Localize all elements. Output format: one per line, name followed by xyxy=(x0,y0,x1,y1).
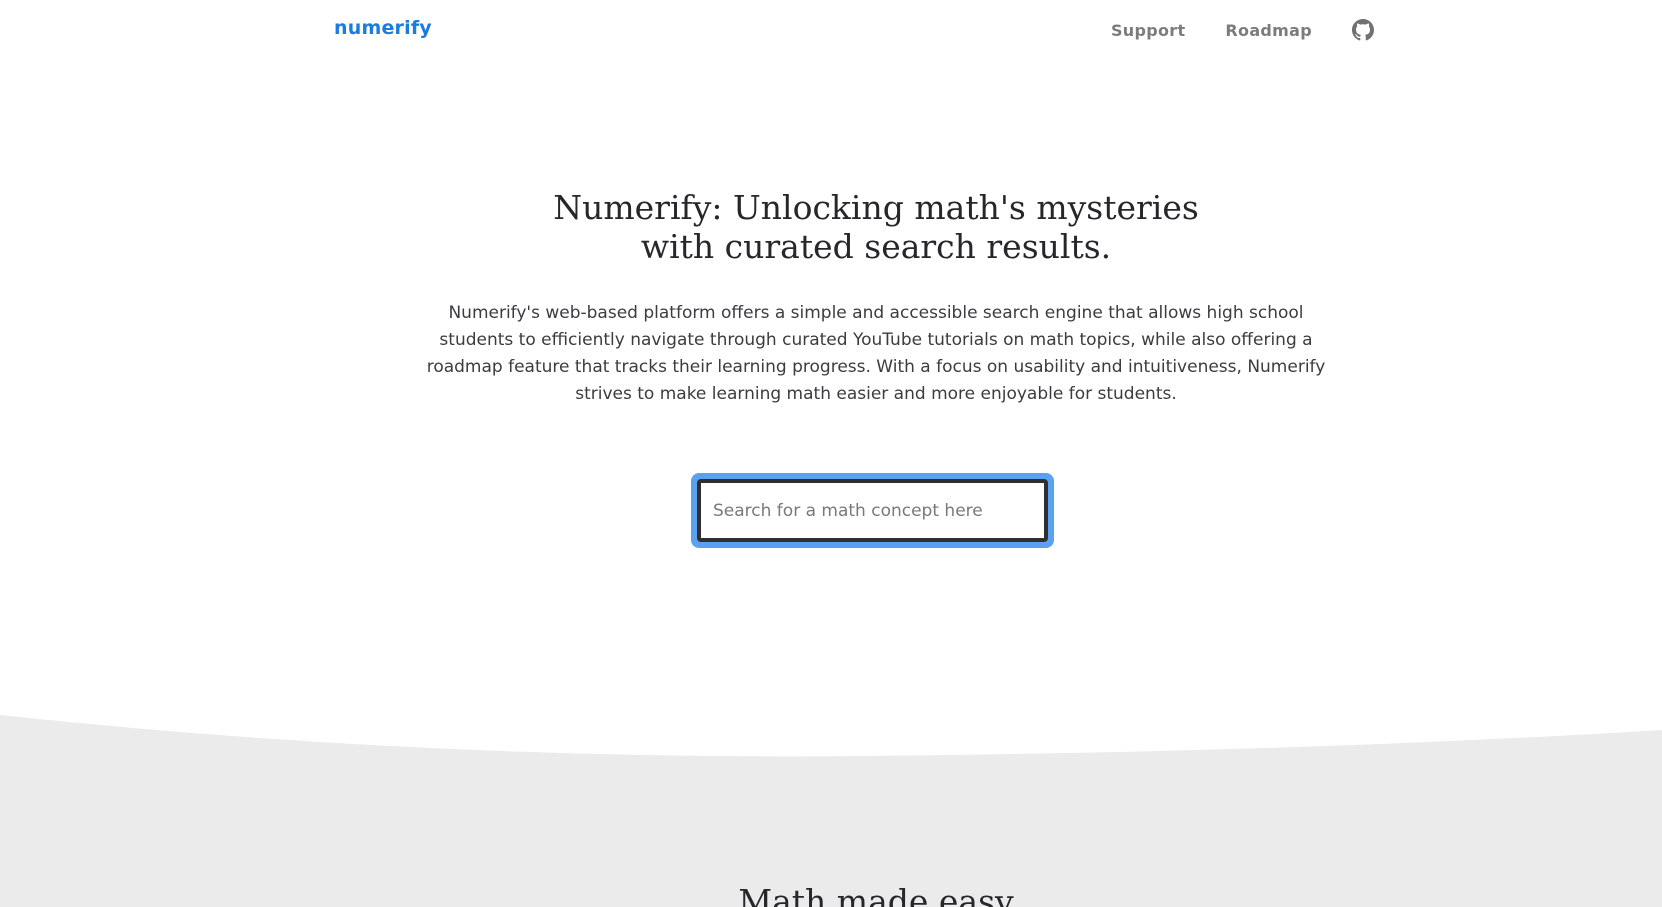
github-link[interactable] xyxy=(1352,19,1374,41)
github-icon xyxy=(1352,19,1374,41)
nav-links: Support Roadmap xyxy=(1111,19,1374,41)
nav-roadmap-link[interactable]: Roadmap xyxy=(1225,21,1312,40)
section-title: Math made easy xyxy=(738,882,1014,907)
hero-description: Numerify's web-based platform offers a s… xyxy=(426,303,1326,404)
navbar: numerify Support Roadmap xyxy=(0,0,1662,62)
brand-logo-link[interactable]: numerify xyxy=(334,17,432,39)
search-box xyxy=(691,473,1054,548)
nav-support-link[interactable]: Support xyxy=(1111,21,1185,40)
page: numerify Support Roadmap Numerify: Unloc… xyxy=(0,0,1662,907)
search-input[interactable] xyxy=(697,479,1048,542)
section-wave-background xyxy=(0,715,1662,907)
hero-title: Numerify: Unlocking math's mysteries wit… xyxy=(0,188,1662,266)
hero-title-text: Numerify: Unlocking math's mysteries wit… xyxy=(553,188,1199,266)
